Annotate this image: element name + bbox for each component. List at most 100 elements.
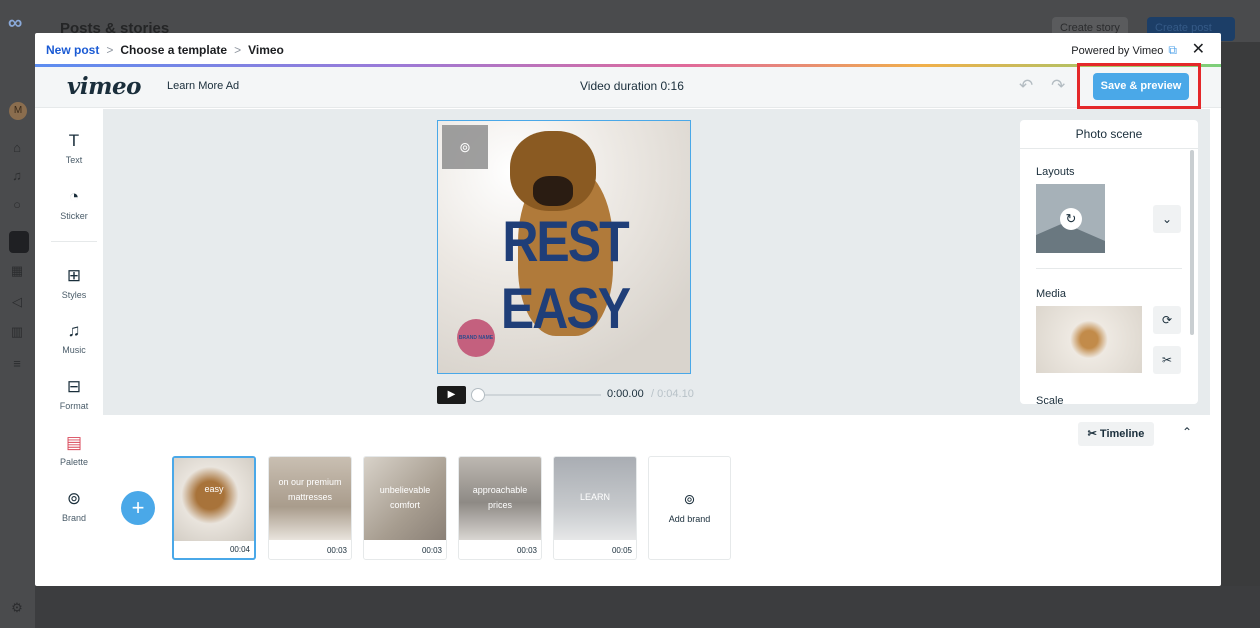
breadcrumb: New post > Choose a template > Vimeo [46,42,284,58]
editor-header: vimeo Learn More Ad Video duration 0:16 … [35,67,1221,108]
tool-format[interactable]: ⊟ Format [35,377,113,411]
timeline-label: Timeline [1099,428,1145,440]
add-scene-button[interactable]: + [121,491,155,525]
media-thumbnail[interactable] [1036,306,1142,373]
music-icon: ♫ [67,321,81,340]
tool-label: Palette [59,457,89,467]
tool-text[interactable]: T Text [35,131,113,165]
add-brand-label: Add brand [668,514,711,524]
chevron-right-icon: > [234,43,242,57]
chevron-down-icon[interactable]: ⌄ [1153,205,1181,233]
tool-sticker[interactable]: ◔ Sticker [35,187,113,221]
close-icon[interactable]: ✕ [1192,39,1205,59]
media-label: Media [1036,288,1066,300]
layout-thumbnail[interactable]: ↻ [1036,184,1105,253]
brand-icon: ⊚ [683,491,696,507]
scrub-handle[interactable] [471,388,485,402]
bell-icon[interactable]: ♫ [9,168,25,184]
tool-label: Styles [61,290,87,300]
panel-divider [1036,268,1182,269]
scene-text: LEARN [579,492,610,502]
video-duration: Video duration 0:16 [580,79,684,93]
scene-card[interactable]: unbelievable comfort 00:03 [363,456,447,560]
tool-sidebar: T Text ◔ Sticker ⊞ Styles ♫ Music ⊟ Form… [35,109,103,572]
settings-icon[interactable]: ⚙ [9,600,25,616]
tool-music[interactable]: ♫ Music [35,321,113,355]
save-preview-button[interactable]: Save & preview [1093,73,1189,100]
tool-brand[interactable]: ⊚ Brand [35,489,113,523]
scene-duration: 00:03 [516,546,537,555]
timeline-button[interactable]: ✂ Timeline [1078,422,1154,446]
scene-card[interactable]: approachable prices 00:03 [458,456,542,560]
photo-scene-panel: Photo scene Layouts ↻ ⌄ Media ⟳ ✂ Scale [1020,120,1198,404]
calendar-icon[interactable]: ▦ [9,263,25,279]
format-icon: ⊟ [66,377,82,396]
panel-title: Photo scene [1075,127,1143,141]
video-preview[interactable]: ⊚ REST EASY BRAND NAME [437,120,691,374]
breadcrumb-choose-template: Choose a template [120,43,228,57]
scissors-icon: ✂ [1087,428,1097,440]
rotate-icon[interactable]: ↻ [1060,208,1082,230]
breadcrumb-new-post[interactable]: New post [46,43,99,57]
chat-icon[interactable]: ○ [9,197,25,213]
scene-text: unbelievable comfort [379,485,431,510]
tool-label: Format [59,401,89,411]
vimeo-modal: New post > Choose a template > Vimeo Pow… [35,33,1221,586]
background-footer [35,586,1260,628]
scene-duration: 00:03 [326,546,347,555]
scene-card[interactable]: on our premium mattresses 00:03 [268,456,352,560]
dog-snout-image [533,176,573,206]
chevron-up-icon[interactable]: ⌃ [1182,425,1192,439]
chevron-right-icon: > [106,43,114,57]
redo-icon[interactable]: ↷ [1051,76,1065,96]
tool-styles[interactable]: ⊞ Styles [35,266,113,300]
tool-label: Music [62,345,86,355]
styles-icon: ⊞ [66,266,82,285]
scale-label: Scale [1036,395,1064,404]
scene-duration: 00:05 [611,546,632,555]
tool-label: Brand [61,513,87,523]
home-icon[interactable]: ⌂ [9,140,25,156]
scene-card[interactable]: LEARN 00:05 [553,456,637,560]
scene-card[interactable]: easy 00:04 [172,456,256,560]
scene-text: easy [204,484,224,494]
tool-label: Text [65,155,83,165]
background-sidebar: M ⌂ ♫ ○ ▦ ◁ ▥ ≡ ⚙ ? [0,42,35,628]
time-current: 0:00.00 [607,388,644,400]
external-link-icon: ⧉ [1168,43,1177,57]
megaphone-icon[interactable]: ◁ [9,294,25,310]
undo-icon[interactable]: ↶ [1019,76,1033,96]
vimeo-logo: vimeo [67,73,141,100]
sticker-icon: ◔ [68,187,80,206]
avatar[interactable]: M [9,102,27,120]
layouts-label: Layouts [1036,166,1075,178]
scene-thumbnail [174,458,254,541]
menu-icon[interactable]: ≡ [9,356,25,372]
tool-label: Sticker [60,211,88,221]
scene-text: approachable prices [472,485,528,510]
play-icon[interactable]: ▶ [437,386,466,404]
text-icon: T [68,131,80,150]
tool-divider [51,241,97,242]
powered-by-link[interactable]: Powered by Vimeo ⧉ [1071,43,1177,58]
brand-icon: ⊚ [66,489,82,508]
meta-logo-icon: ∞ [8,12,23,34]
brand-placeholder-icon[interactable]: ⊚ [442,125,488,169]
scene-duration: 00:03 [421,546,442,555]
video-player: ▶ 0:00.00 / 0:04.10 [437,386,697,404]
posts-icon[interactable] [9,231,29,253]
scissors-icon[interactable]: ✂ [1153,346,1181,374]
panel-divider [1020,148,1198,149]
insights-icon[interactable]: ▥ [9,324,25,340]
breadcrumb-vimeo: Vimeo [248,43,284,57]
scene-text: on our premium mattresses [278,477,342,502]
scrub-track[interactable] [484,394,601,396]
ad-name[interactable]: Learn More Ad [167,80,239,92]
replace-icon[interactable]: ⟳ [1153,306,1181,334]
time-total: / 0:04.10 [651,388,694,400]
add-brand-button[interactable]: ⊚ Add brand [648,456,731,560]
tool-palette[interactable]: ▤ Palette [35,433,113,467]
panel-scrollbar[interactable] [1190,150,1194,335]
scene-duration: 00:04 [229,545,250,554]
brand-badge[interactable]: BRAND NAME [457,319,495,357]
